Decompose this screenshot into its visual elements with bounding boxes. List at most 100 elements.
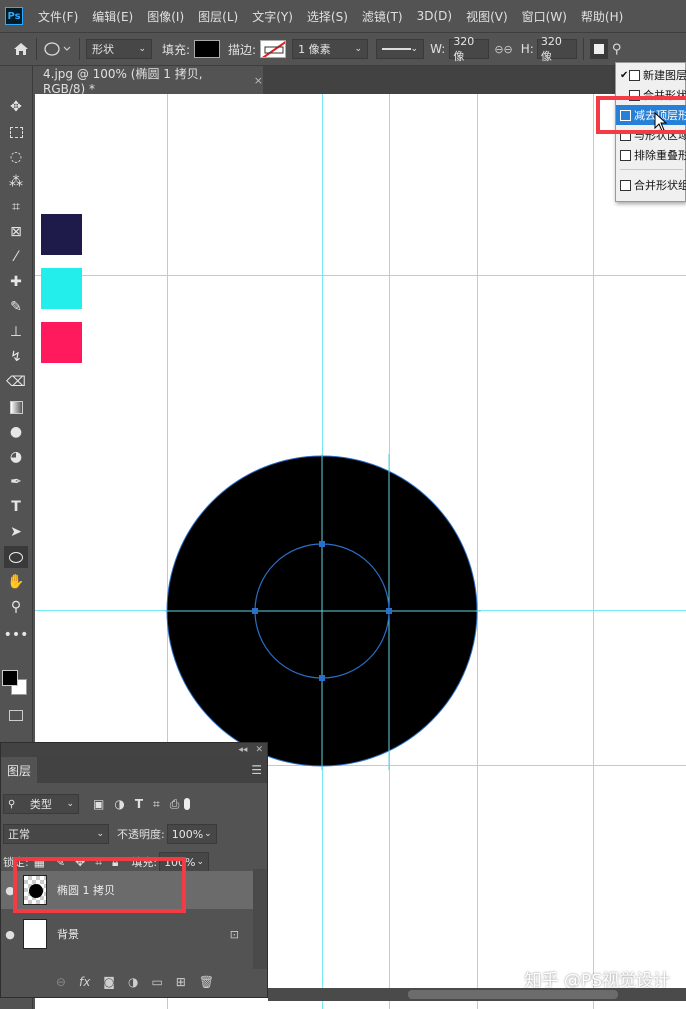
ellipse-shape[interactable]: [165, 454, 481, 770]
panel-scrollbar[interactable]: [253, 869, 267, 969]
horizontal-scrollbar[interactable]: [268, 988, 686, 1001]
menu-image[interactable]: 图像(I): [147, 8, 184, 25]
healing-brush-tool-icon[interactable]: ✚: [4, 271, 28, 293]
menu-view[interactable]: 视图(V): [466, 8, 508, 25]
tool-mode-value: 形状: [92, 43, 114, 56]
eyedropper-tool-icon[interactable]: ⁄: [4, 246, 28, 268]
filter-toggle-icon[interactable]: [184, 798, 191, 810]
document-tab-title: 4.jpg @ 100% (椭圆 1 拷贝, RGB/8) *: [43, 66, 203, 96]
delete-layer-icon[interactable]: 🗑︎: [199, 975, 214, 989]
height-input[interactable]: 320 像: [536, 35, 577, 63]
blend-mode-select[interactable]: 正常 ⌄: [3, 824, 109, 844]
photoshop-logo-icon: Ps: [5, 7, 23, 25]
quick-mask-icon[interactable]: [4, 704, 28, 726]
vertical-guide[interactable]: [593, 94, 594, 1009]
new-layer-icon[interactable]: ⊞: [176, 975, 186, 989]
menu-edit[interactable]: 编辑(E): [92, 8, 133, 25]
menu-select[interactable]: 选择(S): [307, 8, 348, 25]
search-icon[interactable]: ⚲: [612, 42, 622, 57]
opacity-input[interactable]: 100% ⌄: [166, 824, 217, 844]
menu-filter[interactable]: 滤镜(T): [362, 8, 403, 25]
move-tool-icon[interactable]: ✥: [4, 96, 28, 118]
horizontal-guide[interactable]: [35, 275, 686, 276]
path-operations-icon[interactable]: [589, 39, 608, 59]
new-group-icon[interactable]: ▭: [151, 975, 162, 989]
home-icon[interactable]: [12, 40, 30, 58]
fill-color-swatch[interactable]: [194, 40, 221, 58]
menu-item-label: 合并形状组件: [634, 179, 686, 192]
menu-item-label: 排除重叠形状: [634, 149, 686, 162]
zoom-tool-icon[interactable]: ⚲: [4, 596, 28, 618]
adjustment-filter-icon[interactable]: ◑: [114, 797, 124, 811]
chevron-down-icon: ⌄: [138, 44, 146, 54]
shape-filter-icon[interactable]: ⌗: [153, 797, 160, 812]
document-tab[interactable]: 4.jpg @ 100% (椭圆 1 拷贝, RGB/8) * ×: [33, 66, 263, 96]
stroke-color-swatch[interactable]: [260, 40, 287, 58]
stamp-tool-icon[interactable]: ⊥: [4, 321, 28, 343]
type-filter-icon[interactable]: T: [135, 797, 143, 811]
menu-item-exclude-overlap[interactable]: 排除重叠形状: [616, 145, 686, 165]
smart-object-filter-icon[interactable]: ⎙: [170, 797, 180, 812]
layer-name[interactable]: 背景: [57, 926, 79, 942]
merge-components-icon: [620, 179, 631, 191]
menu-file[interactable]: 文件(F): [38, 8, 78, 25]
foreground-color-swatch[interactable]: [2, 670, 18, 686]
eye-icon[interactable]: ●: [1, 928, 19, 941]
eraser-tool-icon[interactable]: ⌫: [4, 371, 28, 393]
panel-header: ◂◂ ✕: [1, 743, 267, 757]
tool-mode-select[interactable]: 形状 ⌄: [86, 39, 152, 59]
add-mask-icon[interactable]: ◙: [103, 975, 115, 989]
more-tools-icon[interactable]: •••: [4, 624, 29, 646]
panel-menu-icon[interactable]: ☰: [251, 763, 262, 777]
gradient-tool-icon[interactable]: [4, 396, 28, 418]
ellipse-tool-preset-icon[interactable]: [43, 41, 73, 57]
menu-help[interactable]: 帮助(H): [581, 8, 623, 25]
marquee-tool-icon[interactable]: [4, 121, 28, 143]
menu-layer[interactable]: 图层(L): [198, 8, 238, 25]
adjustment-layer-icon[interactable]: ◑: [128, 975, 138, 989]
anchor-point-left: [252, 608, 258, 614]
menu-window[interactable]: 窗口(W): [522, 8, 567, 25]
stroke-width-select[interactable]: 1 像素 ⌄: [292, 39, 369, 59]
close-icon[interactable]: ×: [254, 74, 263, 87]
exclude-overlap-icon: [620, 149, 631, 161]
height-label: H:: [520, 42, 534, 56]
tab-layers[interactable]: 图层: [1, 757, 38, 783]
layer-row[interactable]: ● 背景 ⊡: [1, 915, 253, 953]
type-tool-icon[interactable]: T: [4, 496, 28, 518]
ellipse-tool-icon[interactable]: [4, 546, 28, 568]
layer-thumbnail: [23, 919, 47, 949]
new-layer-icon: [629, 69, 640, 81]
dodge-tool-icon[interactable]: ◕: [4, 446, 28, 468]
scrollbar-thumb[interactable]: [408, 990, 618, 999]
blend-row: 正常 ⌄ 不透明度: 100% ⌄: [1, 821, 267, 847]
menu-3d[interactable]: 3D(D): [417, 9, 452, 23]
crop-tool-icon[interactable]: ⌗: [4, 196, 28, 218]
width-input[interactable]: 320 像: [449, 35, 490, 63]
link-layers-icon[interactable]: ⊖: [56, 975, 66, 989]
layer-style-icon[interactable]: fx: [79, 975, 90, 989]
hand-tool-icon[interactable]: ✋: [4, 571, 28, 593]
stroke-type-select[interactable]: ⌄: [376, 39, 425, 59]
blur-tool-icon[interactable]: ●: [4, 421, 28, 443]
magic-wand-tool-icon[interactable]: ⁂: [4, 171, 28, 193]
brush-tool-icon[interactable]: ✎: [4, 296, 28, 318]
history-brush-tool-icon[interactable]: ↯: [4, 346, 28, 368]
link-icon[interactable]: ⊖⊖: [494, 43, 512, 56]
chevron-down-icon: ⌄: [66, 799, 74, 809]
anchor-point-right: [386, 608, 392, 614]
collapse-icon[interactable]: ◂◂: [238, 745, 247, 755]
document-tab-bar: 4.jpg @ 100% (椭圆 1 拷贝, RGB/8) * ×: [33, 66, 686, 96]
menu-item-new-layer[interactable]: ✔ 新建图层: [616, 65, 686, 85]
close-icon[interactable]: ✕: [255, 745, 263, 755]
menu-item-merge-components[interactable]: 合并形状组件: [616, 175, 686, 195]
pixel-filter-icon[interactable]: ▣: [93, 797, 104, 811]
anchor-point-bottom: [319, 675, 325, 681]
menu-type[interactable]: 文字(Y): [252, 8, 293, 25]
pen-tool-icon[interactable]: ✒: [4, 471, 28, 493]
filter-kind-select[interactable]: ⚲ 类型 ⌄: [3, 794, 79, 814]
path-selection-tool-icon[interactable]: ➤: [4, 521, 28, 543]
frame-tool-icon[interactable]: ⊠: [4, 221, 28, 243]
highlight-box-layer: [13, 857, 186, 913]
lasso-tool-icon[interactable]: ◌: [4, 146, 28, 168]
